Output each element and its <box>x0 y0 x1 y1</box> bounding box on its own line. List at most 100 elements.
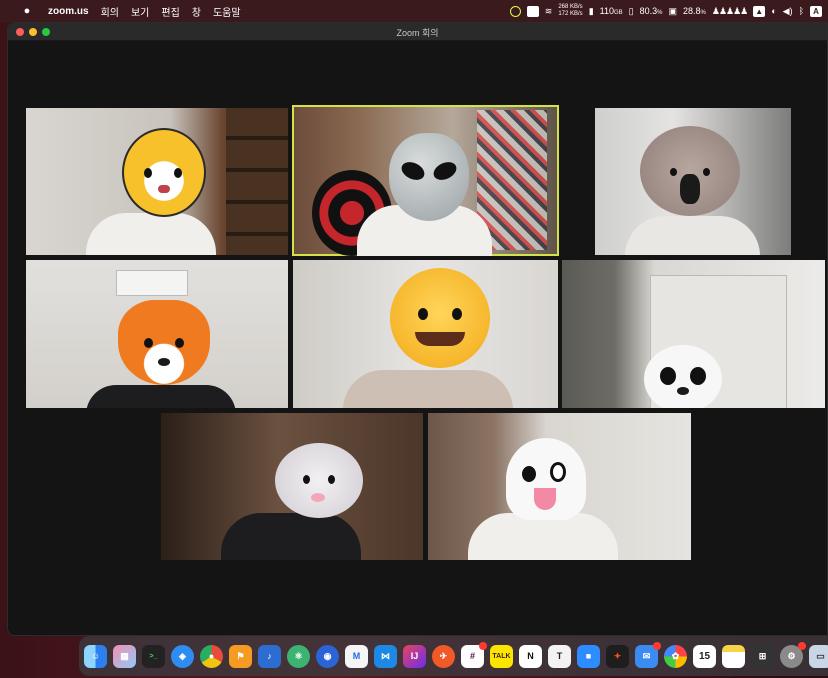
network-down: 172 KB/s <box>558 11 583 17</box>
eye <box>174 168 182 178</box>
status-area: ≋ 268 KB/s 172 KB/s ▮ 110GB ▯ 80.3% ▣ 28… <box>509 0 822 22</box>
participant-tile-tiger[interactable] <box>26 108 288 255</box>
mouth <box>415 332 465 346</box>
intellij-icon[interactable]: IJ <box>403 644 426 668</box>
network-up: 268 KB/s <box>558 4 583 10</box>
eye <box>670 168 677 176</box>
ghost-face-icon <box>506 438 586 520</box>
twitterrific-icon[interactable]: ♪ <box>258 644 281 668</box>
focus-ring-icon[interactable] <box>509 5 521 17</box>
nose <box>680 174 700 204</box>
system-preferences-icon[interactable]: ⚙ <box>780 641 806 668</box>
network-speed[interactable]: 268 KB/s 172 KB/s <box>558 4 582 18</box>
cpu-icon: ▯ <box>628 5 634 16</box>
person-body <box>221 513 361 560</box>
nose <box>311 493 325 502</box>
safari-icon[interactable]: ◈ <box>171 644 194 668</box>
slack-icon[interactable]: # <box>461 641 487 668</box>
postman-icon[interactable]: ✈ <box>432 644 455 668</box>
photos-icon[interactable]: ✿ <box>664 644 687 668</box>
mail-app-icon[interactable]: M <box>345 644 368 668</box>
typora-icon[interactable]: T <box>548 644 571 668</box>
menu-meeting[interactable]: 회의 <box>101 4 119 19</box>
eye <box>175 338 184 348</box>
participant-tile-cat[interactable] <box>293 260 558 408</box>
person-body <box>343 370 513 408</box>
calendar-icon[interactable]: 15 <box>693 644 716 668</box>
eye <box>522 466 536 482</box>
participant-tile-fox[interactable] <box>26 260 288 408</box>
chrome-icon[interactable]: ● <box>200 644 223 668</box>
mouse-face-icon <box>275 443 363 518</box>
cpu-unit: % <box>657 10 663 16</box>
koala-face-icon <box>640 126 740 216</box>
input-source[interactable]: A <box>810 5 822 17</box>
volume-icon[interactable]: ◀) <box>783 6 793 17</box>
preview-icon[interactable]: ▭ <box>809 644 828 668</box>
disk-icon: ▮ <box>588 5 594 16</box>
menu-help[interactable]: 도움말 <box>213 4 241 19</box>
eye <box>398 158 428 184</box>
dock: ☺ ▦ >_ ◈ ● ⚑ ♪ ⚛ ◉ M ⋈ IJ ✈ # TALK N T ■… <box>79 636 828 676</box>
person-body <box>86 213 216 255</box>
nose <box>677 387 689 395</box>
participant-tile-ghost[interactable] <box>428 413 691 560</box>
screen-icon[interactable] <box>526 5 539 17</box>
nose <box>158 358 170 366</box>
participant-tile-mouse[interactable] <box>161 413 423 560</box>
memory-usage[interactable]: 28.8% <box>683 6 706 16</box>
eye <box>303 475 310 484</box>
menu-edit[interactable]: 편집 <box>161 4 179 19</box>
memory-unit: % <box>700 10 706 16</box>
participant-tile-panda[interactable] <box>562 260 825 408</box>
recording-icon[interactable]: ◐ <box>771 6 776 16</box>
eye <box>660 367 676 385</box>
kakaotalk-icon[interactable]: TALK <box>490 644 513 668</box>
alien-face-icon <box>389 133 469 221</box>
notification-badge <box>653 641 661 650</box>
eye <box>550 462 566 482</box>
calculator-icon[interactable]: ⊞ <box>751 644 774 668</box>
fox-face-icon <box>118 300 210 385</box>
disk-unit: GB <box>614 10 623 16</box>
terminal-icon[interactable]: >_ <box>142 644 165 668</box>
participant-tile-koala[interactable] <box>595 108 791 255</box>
eye <box>418 308 428 320</box>
apple-icon[interactable]: ● <box>20 5 34 17</box>
window-title: Zoom 회의 <box>396 28 439 38</box>
eye <box>144 168 152 178</box>
finder-icon[interactable]: ☺ <box>84 644 107 668</box>
menu-view[interactable]: 보기 <box>131 4 149 19</box>
person-body <box>625 216 760 255</box>
notion-icon[interactable]: N <box>519 644 542 668</box>
tiger-face-icon <box>122 128 206 217</box>
eye <box>452 308 462 320</box>
notes-icon[interactable] <box>722 644 745 668</box>
maps-icon[interactable]: ◉ <box>316 644 339 668</box>
menu-window[interactable]: 창 <box>192 4 201 19</box>
participant-tile-alien-active-speaker[interactable] <box>292 105 559 256</box>
bookshelf <box>226 108 288 255</box>
upload-icon[interactable]: ▲ <box>753 5 766 17</box>
runners-icon[interactable]: ♟♟♟♟♟ <box>712 6 748 17</box>
menu-app-name[interactable]: zoom.us <box>48 6 89 17</box>
eye <box>144 338 153 348</box>
eye <box>703 168 710 176</box>
notification-badge <box>798 641 806 650</box>
disk-usage[interactable]: 110GB <box>600 6 623 16</box>
mail-icon[interactable]: ✉ <box>635 641 661 668</box>
launchpad-icon[interactable]: ▦ <box>113 644 136 668</box>
zoom-icon[interactable]: ■ <box>577 644 600 668</box>
atom-icon[interactable]: ⚛ <box>287 644 310 668</box>
wifi-icon[interactable]: ≋ <box>545 6 553 17</box>
cpu-usage[interactable]: 80.3% <box>640 6 663 16</box>
notification-badge <box>479 641 487 650</box>
vscode-icon[interactable]: ⋈ <box>374 644 397 668</box>
panda-face-icon <box>644 345 722 408</box>
bluetooth-icon[interactable]: ᛒ <box>799 6 804 16</box>
figma-icon[interactable]: ✦ <box>606 644 629 668</box>
cat-face-icon <box>390 268 490 368</box>
sourcetree-icon[interactable]: ⚑ <box>229 644 252 668</box>
air-conditioner <box>116 270 188 296</box>
window-titlebar: Zoom 회의 <box>8 23 827 41</box>
